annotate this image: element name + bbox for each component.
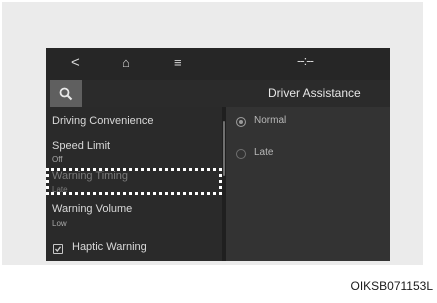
status-bar: < ⌂ ≡ --:-- (46, 48, 390, 80)
list-item-driving-convenience[interactable]: Driving Convenience (52, 115, 154, 127)
figure-caption: OIKSB071153L (350, 279, 433, 293)
home-icon[interactable]: ⌂ (122, 55, 130, 71)
page-title: Driver Assistance (268, 86, 361, 100)
infotainment-screen: < ⌂ ≡ --:-- Driver Assistance Driving Co… (46, 48, 390, 261)
option-label-normal: Normal (254, 115, 287, 126)
back-icon[interactable]: < (71, 55, 80, 71)
list-item-haptic-warning[interactable]: Haptic Warning (72, 241, 147, 253)
radio-normal[interactable] (236, 117, 246, 127)
speed-limit-value: Off (52, 155, 63, 164)
toolbar: Driver Assistance (46, 80, 390, 107)
option-label-late: Late (254, 147, 274, 158)
options-panel (226, 107, 390, 261)
haptic-warning-checkbox[interactable] (53, 244, 63, 254)
list-item-speed-limit[interactable]: Speed Limit (52, 140, 110, 152)
scrollbar[interactable] (223, 121, 225, 176)
warning-volume-value: Low (52, 219, 67, 228)
search-icon (59, 87, 73, 100)
radio-late[interactable] (236, 149, 246, 159)
status-indicator: --:-- (297, 53, 314, 68)
menu-icon[interactable]: ≡ (174, 55, 182, 71)
figure-frame: < ⌂ ≡ --:-- Driver Assistance Driving Co… (2, 2, 423, 265)
check-icon (55, 246, 62, 253)
highlight-box (46, 168, 222, 195)
search-button[interactable] (50, 80, 82, 107)
list-item-warning-volume[interactable]: Warning Volume (52, 203, 132, 215)
